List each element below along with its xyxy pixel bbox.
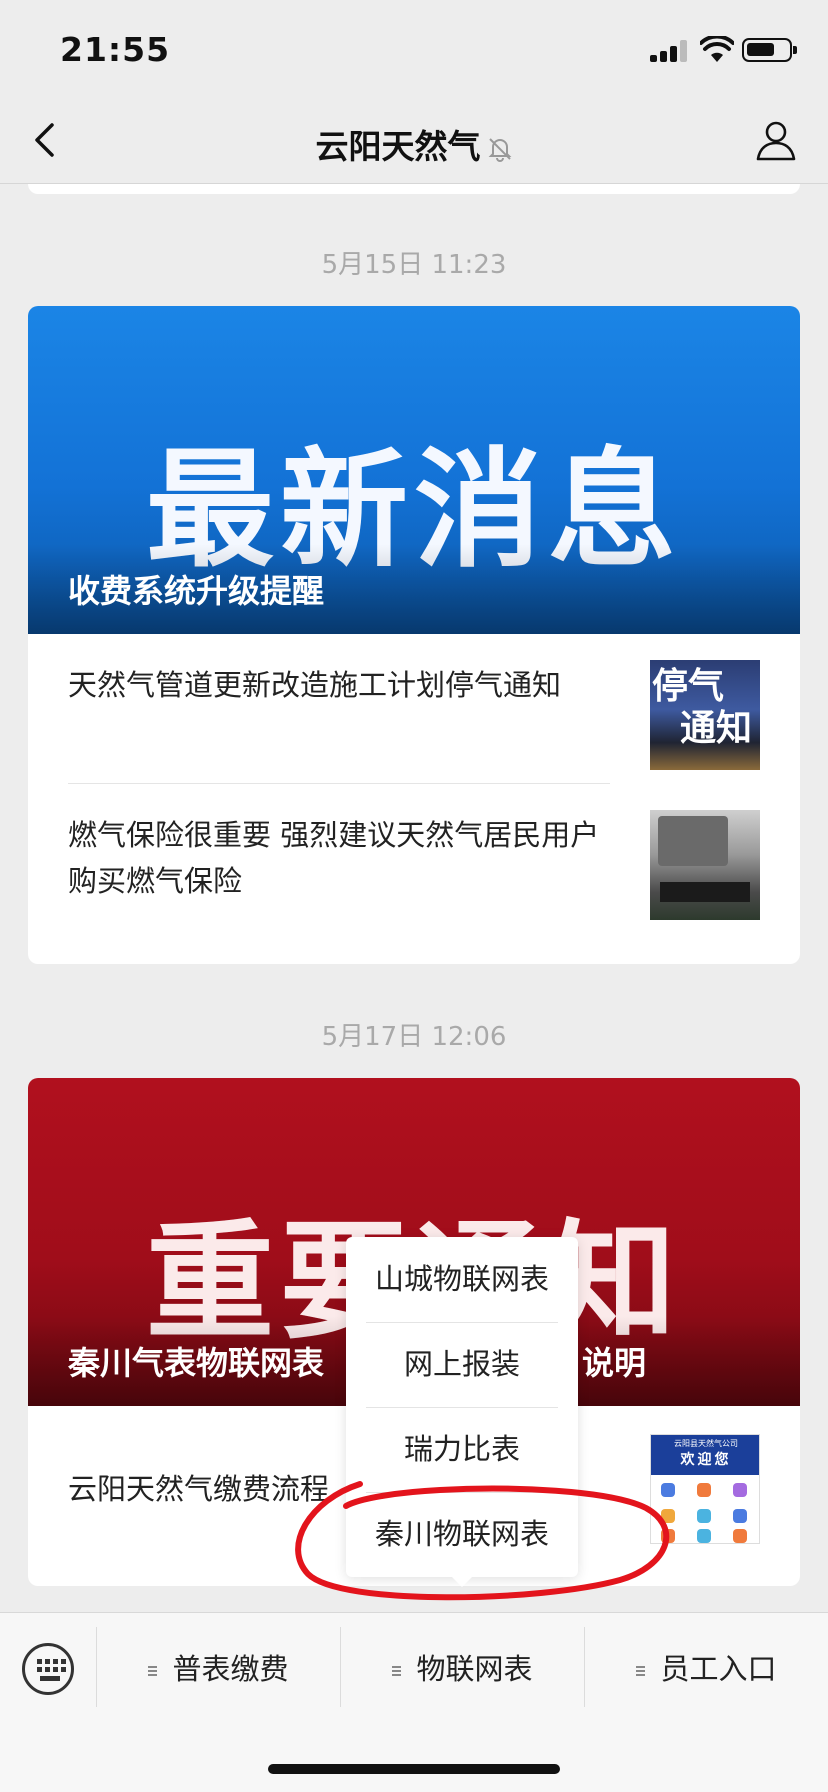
message-date: 5月17日 12:06 xyxy=(321,1022,507,1052)
page-title: 云阳天然气 xyxy=(0,120,828,168)
menu-tab-label: 物联网表 xyxy=(416,1652,533,1686)
banner-caption: 收费系统升级提醒 xyxy=(68,572,325,610)
nav-bar: 云阳天然气 xyxy=(0,96,828,184)
submenu-item-shancheng[interactable]: 山城物联网表 xyxy=(346,1237,578,1322)
list-item[interactable]: 燃气保险很重要 强烈建议天然气居民用户购买燃气保险 xyxy=(28,784,800,934)
menu-tab-label: 普表缴费 xyxy=(172,1652,289,1686)
menu-lines-icon xyxy=(392,1664,402,1678)
cellular-signal-icon xyxy=(650,40,692,62)
mute-bell-icon xyxy=(488,137,511,162)
message-date: 5月15日 11:23 xyxy=(321,250,507,280)
menu-tab-regular-meter[interactable]: 普表缴费 xyxy=(97,1641,340,1697)
article-banner[interactable]: 最新消息 收费系统升级提醒 xyxy=(28,306,800,634)
banner-caption-tail: 说明 xyxy=(582,1344,647,1382)
list-item-thumbnail: 停气 通知 xyxy=(650,660,760,770)
list-item-thumbnail xyxy=(650,810,760,920)
wifi-icon xyxy=(700,36,734,62)
status-bar: 21:55 xyxy=(0,0,828,96)
menu-tab-label: 员工入口 xyxy=(660,1652,777,1686)
battery-icon xyxy=(742,38,797,62)
page-title-text: 云阳天然气 xyxy=(315,127,481,166)
submenu-item-online-install[interactable]: 网上报装 xyxy=(346,1322,578,1407)
list-item[interactable]: 天然气管道更新改造施工计划停气通知 停气 通知 xyxy=(28,634,800,784)
menu-tab-staff-entry[interactable]: 员工入口 xyxy=(585,1641,828,1697)
red-circle-annotation xyxy=(295,1481,670,1601)
keyboard-icon[interactable] xyxy=(22,1643,74,1695)
previous-card-edge xyxy=(28,184,800,194)
profile-icon[interactable] xyxy=(754,118,798,162)
menu-lines-icon xyxy=(636,1664,646,1678)
home-indicator[interactable] xyxy=(268,1764,560,1774)
article-card: 最新消息 收费系统升级提醒 天然气管道更新改造施工计划停气通知 停气 通知 燃气… xyxy=(28,306,800,964)
menu-lines-icon xyxy=(148,1664,158,1678)
menu-tab-iot-meter[interactable]: 物联网表 xyxy=(341,1641,584,1697)
status-time: 21:55 xyxy=(60,30,171,69)
list-item-title: 燃气保险很重要 强烈建议天然气居民用户购买燃气保险 xyxy=(68,818,600,898)
list-item-title: 天然气管道更新改造施工计划停气通知 xyxy=(68,668,562,702)
banner-caption: 秦川气表物联网表 xyxy=(68,1344,325,1382)
screen: 21:55 云阳天然气 5月15日 11:23 最新消息 收费系统升级提醒 天然… xyxy=(0,0,828,1792)
